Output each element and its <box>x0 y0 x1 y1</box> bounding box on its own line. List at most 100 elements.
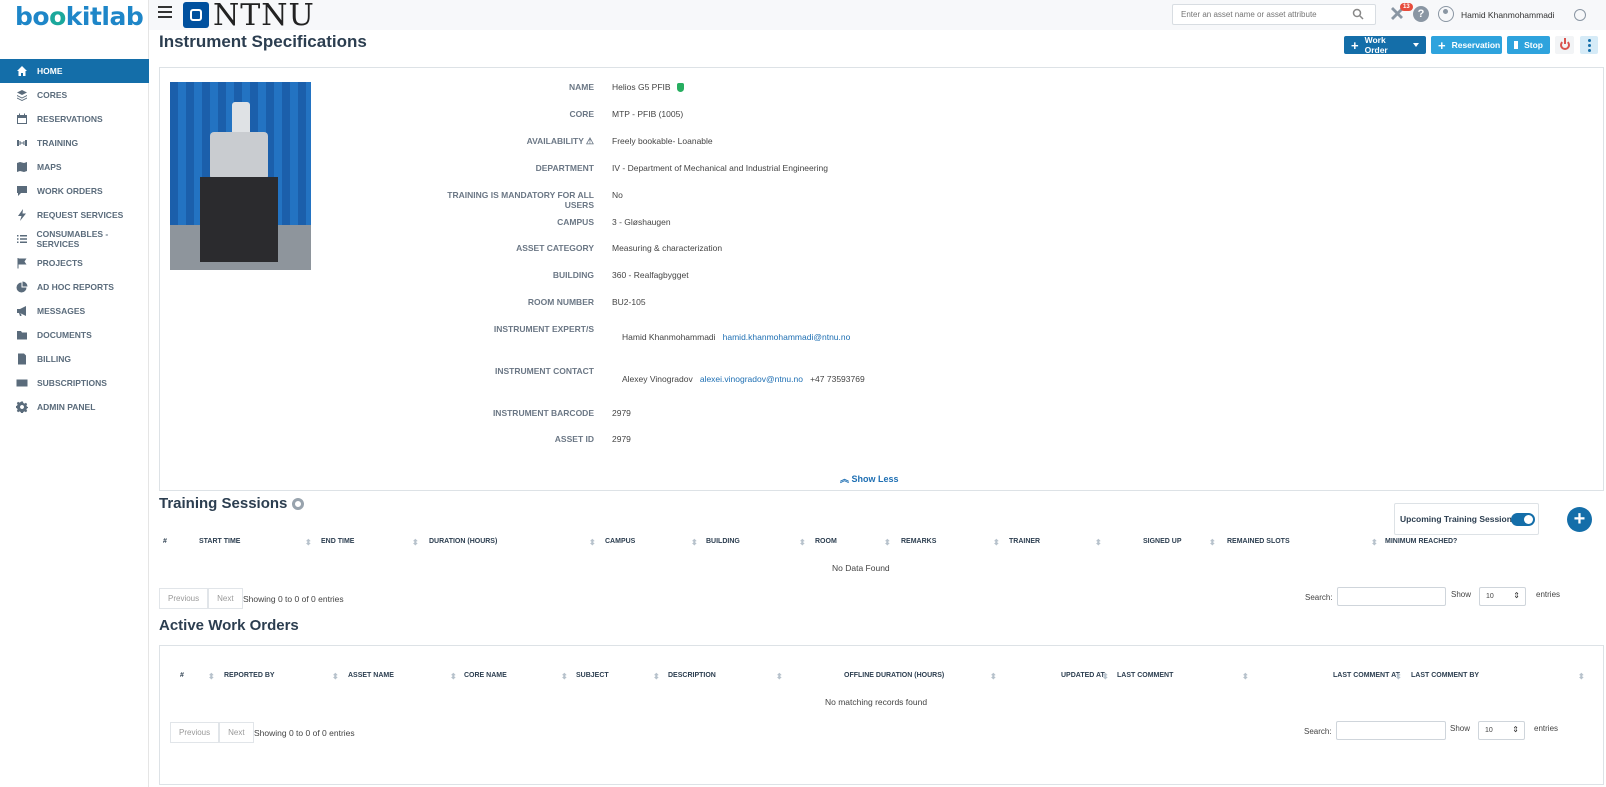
work-orders-page-size-select[interactable]: 10 ⇕ <box>1478 721 1525 740</box>
sidebar-item-consumables-services[interactable]: CONSUMABLES - SERVICES <box>0 227 149 251</box>
sort-icon[interactable]: ⬍ <box>993 538 1000 547</box>
column-header[interactable]: SUBJECT <box>576 672 609 679</box>
column-header[interactable]: TRAINER <box>1009 538 1040 545</box>
column-header[interactable]: DURATION (HOURS) <box>429 538 497 545</box>
training-search-input[interactable] <box>1337 587 1446 606</box>
sort-icon[interactable]: ⬍ <box>776 672 783 681</box>
sort-icon[interactable]: ⬍ <box>990 672 997 681</box>
sort-icon[interactable]: ⬍ <box>1209 538 1216 547</box>
more-options-button[interactable] <box>1580 36 1598 54</box>
sort-icon[interactable]: ⬍ <box>653 672 660 681</box>
column-header[interactable]: REMARKS <box>901 538 936 545</box>
sidebar-item-ad-hoc-reports[interactable]: AD HOC REPORTS <box>0 275 149 299</box>
contact-email-link[interactable]: alexei.vinogradov@ntnu.no <box>700 374 803 384</box>
column-header[interactable]: # <box>180 672 184 679</box>
column-header[interactable]: MINIMUM REACHED? <box>1385 538 1457 545</box>
sort-icon[interactable]: ⬍ <box>1102 672 1109 681</box>
sort-icon[interactable]: ⬍ <box>1395 672 1402 681</box>
column-header[interactable]: CAMPUS <box>605 538 635 545</box>
sort-icon[interactable]: ⬍ <box>1242 672 1249 681</box>
sidebar-item-billing[interactable]: BILLING <box>0 347 149 371</box>
hamburger-menu-icon[interactable] <box>158 6 172 18</box>
sort-icon[interactable]: ⬍ <box>1371 538 1378 547</box>
sort-icon[interactable]: ⬍ <box>1578 672 1585 681</box>
column-header[interactable]: UPDATED AT <box>1061 672 1105 679</box>
sidebar-item-subscriptions[interactable]: SUBSCRIPTIONS <box>0 371 149 395</box>
reservation-button[interactable]: + Reservation <box>1431 36 1502 54</box>
column-header[interactable]: CORE NAME <box>464 672 507 679</box>
column-header[interactable]: REMAINED SLOTS <box>1227 538 1290 545</box>
column-header[interactable]: OFFLINE DURATION (HOURS) <box>844 672 944 679</box>
sort-icon[interactable]: ⬍ <box>305 538 312 547</box>
sidebar-item-messages[interactable]: MESSAGES <box>0 299 149 323</box>
logout-icon[interactable] <box>1574 9 1586 21</box>
warning-icon[interactable]: ⚠ <box>586 136 594 147</box>
sidebar-item-cores[interactable]: CORES <box>0 83 149 107</box>
training-entries-info: Showing 0 to 0 of 0 entries <box>243 594 344 604</box>
training-empty-message: No Data Found <box>832 563 890 573</box>
sort-icon[interactable]: ⬍ <box>450 672 457 681</box>
asset-search-input[interactable] <box>1172 4 1376 25</box>
folder-icon <box>15 329 29 341</box>
sort-icon[interactable]: ⬍ <box>589 538 596 547</box>
upcoming-training-toggle[interactable] <box>1511 513 1535 526</box>
column-header[interactable]: START TIME <box>199 538 240 545</box>
sort-icon[interactable]: ⬍ <box>208 672 215 681</box>
work-order-button[interactable]: + Work Order <box>1344 35 1426 55</box>
sort-icon[interactable]: ⬍ <box>884 538 891 547</box>
sidebar-item-admin-panel[interactable]: ADMIN PANEL <box>0 395 149 419</box>
column-header[interactable]: END TIME <box>321 538 354 545</box>
gear-icon[interactable] <box>292 498 305 511</box>
column-header[interactable]: ASSET NAME <box>348 672 394 679</box>
column-header[interactable]: BUILDING <box>706 538 740 545</box>
work-orders-entries-info: Showing 0 to 0 of 0 entries <box>254 728 355 738</box>
sidebar-item-work-orders[interactable]: WORK ORDERS <box>0 179 149 203</box>
column-header[interactable]: LAST COMMENT BY <box>1411 672 1479 679</box>
show-less-link[interactable]: ︽ Show Less <box>840 472 899 485</box>
sort-icon[interactable]: ⬍ <box>691 538 698 547</box>
previous-page-button[interactable]: Previous <box>159 588 209 609</box>
column-header[interactable]: LAST COMMENT AT <box>1333 672 1400 679</box>
power-button[interactable] <box>1555 36 1574 54</box>
work-orders-search-input[interactable] <box>1336 721 1446 740</box>
bookitlab-logo[interactable]: bookitlab <box>15 2 144 31</box>
training-pagination: Previous Next <box>159 588 243 609</box>
expert-email-link[interactable]: hamid.khanmohammadi@ntnu.no <box>723 332 851 342</box>
sort-icon[interactable]: ⬍ <box>332 672 339 681</box>
sort-icon[interactable]: ⬍ <box>412 538 419 547</box>
sidebar-item-home[interactable]: HOME <box>0 59 149 83</box>
previous-page-button[interactable]: Previous <box>170 722 220 743</box>
column-header[interactable]: SIGNED UP <box>1143 538 1182 545</box>
work-orders-table-header: # ⬍ REPORTED BY ⬍ ASSET NAME ⬍ CORE NAME… <box>180 672 1600 688</box>
column-header[interactable]: # <box>163 538 167 545</box>
column-header[interactable]: DESCRIPTION <box>668 672 716 679</box>
column-header[interactable]: ROOM <box>815 538 837 545</box>
add-training-button[interactable]: + <box>1567 507 1592 532</box>
training-page-size-select[interactable]: 10 ⇕ <box>1479 587 1526 606</box>
sidebar-item-label: HOME <box>37 66 63 76</box>
spec-row-asset-id: ASSET ID 2979 <box>554 434 631 444</box>
help-icon[interactable]: ? <box>1413 6 1429 22</box>
sort-icon[interactable]: ⬍ <box>561 672 568 681</box>
sidebar: bookitlab HOME CORES RESERVATIONS TRAINI… <box>0 0 149 787</box>
work-orders-pagination: Previous Next <box>170 722 254 743</box>
user-name[interactable]: Hamid Khanmohammadi <box>1461 10 1555 20</box>
sidebar-item-projects[interactable]: PROJECTS <box>0 251 149 275</box>
column-header[interactable]: LAST COMMENT <box>1117 672 1173 679</box>
sidebar-item-training[interactable]: TRAINING <box>0 131 149 155</box>
sidebar-item-request-services[interactable]: REQUEST SERVICES <box>0 203 149 227</box>
app-root: bookitlab HOME CORES RESERVATIONS TRAINI… <box>0 0 1606 787</box>
user-avatar-icon[interactable] <box>1438 6 1454 22</box>
search-icon[interactable] <box>1352 8 1364 20</box>
sidebar-item-maps[interactable]: MAPS <box>0 155 149 179</box>
upcoming-training-toggle-card: Upcoming Training Sessions <box>1394 503 1539 535</box>
sidebar-nav: HOME CORES RESERVATIONS TRAINING MAPS WO… <box>0 59 149 419</box>
sort-icon[interactable]: ⬍ <box>1095 538 1102 547</box>
sidebar-item-reservations[interactable]: RESERVATIONS <box>0 107 149 131</box>
next-page-button[interactable]: Next <box>208 588 243 609</box>
sidebar-item-documents[interactable]: DOCUMENTS <box>0 323 149 347</box>
column-header[interactable]: REPORTED BY <box>224 672 275 679</box>
next-page-button[interactable]: Next <box>219 722 254 743</box>
stop-button[interactable]: Stop <box>1507 36 1550 54</box>
sort-icon[interactable]: ⬍ <box>799 538 806 547</box>
